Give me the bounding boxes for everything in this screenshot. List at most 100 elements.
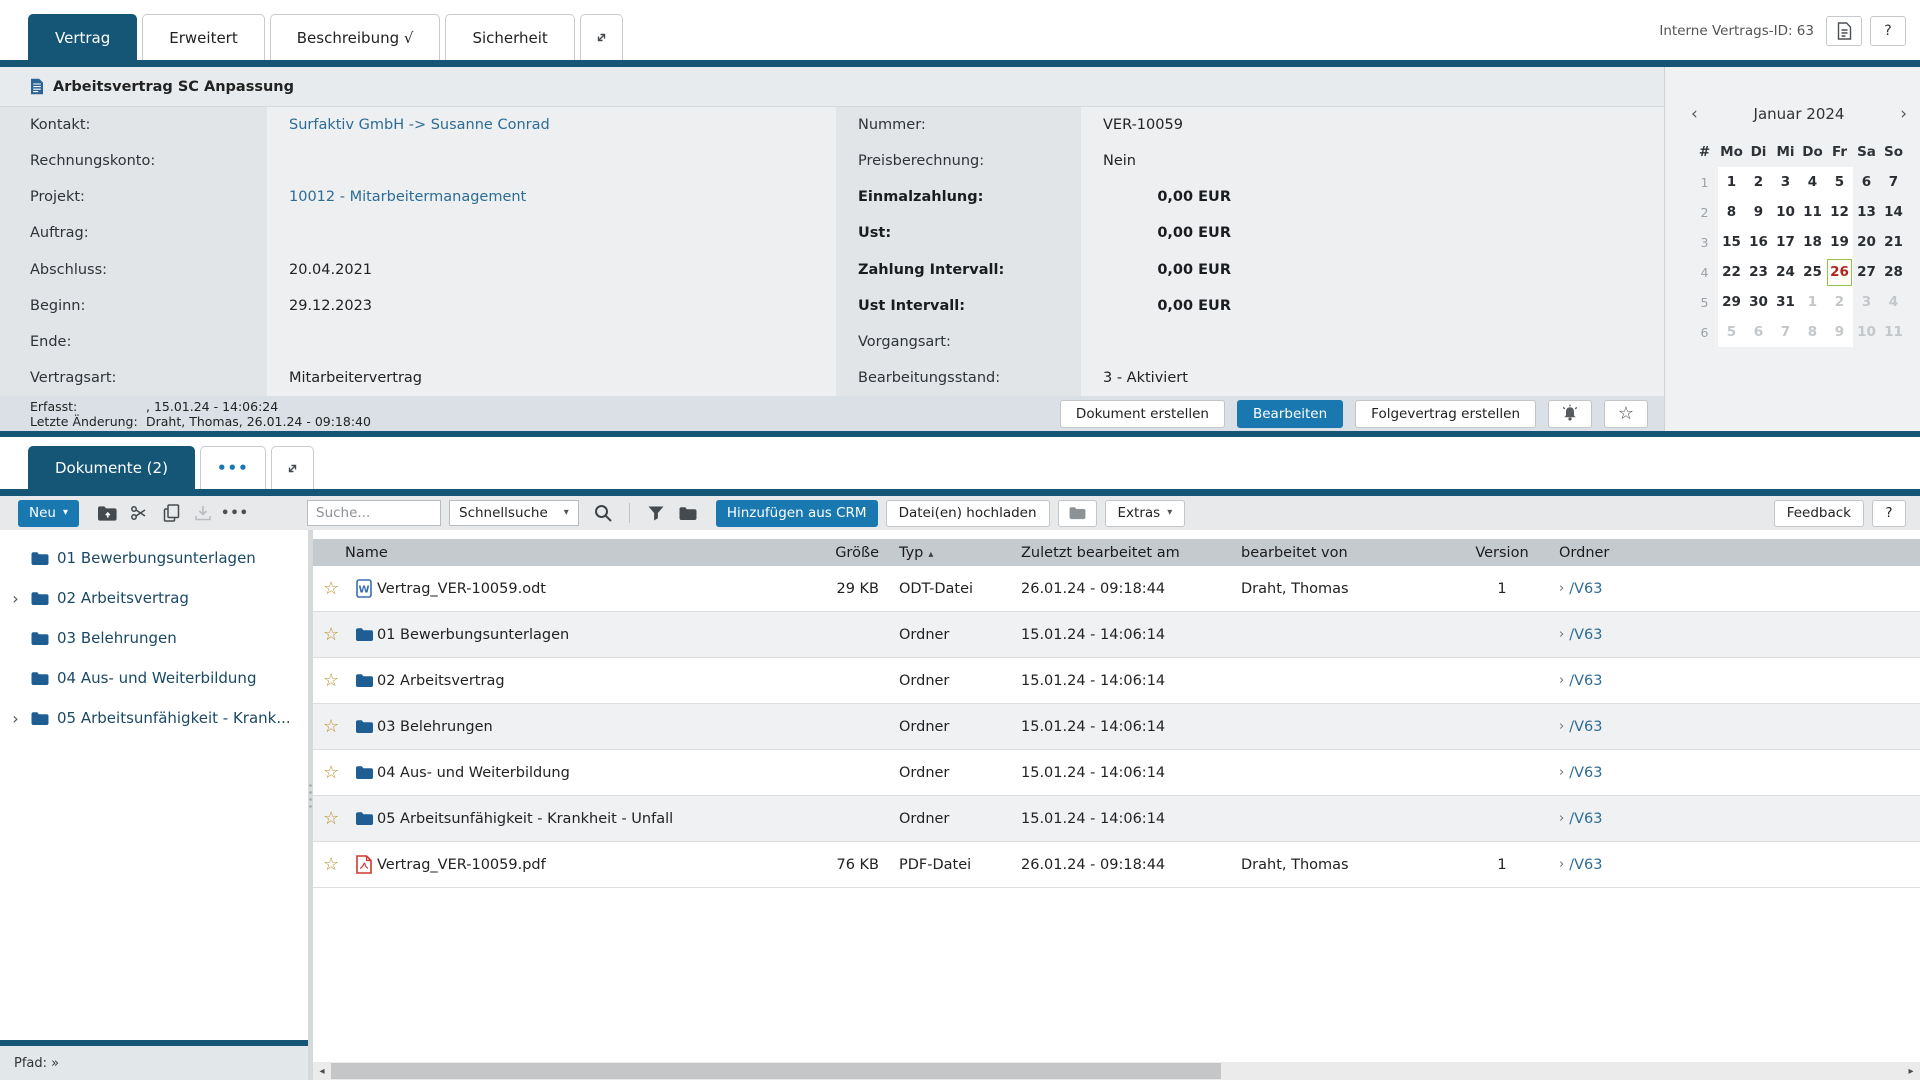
upload-files-button[interactable]: Datei(en) hochladen [886,500,1050,527]
calendar-day[interactable]: 9 [1826,317,1853,347]
chevron-right-icon[interactable]: › [8,589,23,608]
favorite-star-icon[interactable]: ☆ [313,718,351,736]
column-header-zuletzt-bearbeitet-am[interactable]: Zuletzt bearbeitet am [1021,545,1241,561]
calendar-day[interactable]: 3 [1853,287,1880,317]
calendar-day[interactable]: 21 [1880,227,1907,257]
calendar-day[interactable]: 5 [1718,317,1745,347]
documents-expand-tab[interactable] [271,446,314,489]
calendar-day[interactable]: 4 [1880,287,1907,317]
feedback-button[interactable]: Feedback [1774,500,1864,527]
tree-item-01-bewerbungsunterlagen[interactable]: 01 Bewerbungsunterlagen [0,538,308,578]
more-tabs-tab[interactable]: ••• [200,446,266,489]
table-row[interactable]: ☆02 ArbeitsvertragOrdner15.01.24 - 14:06… [313,658,1920,704]
cut-button[interactable] [123,500,155,527]
column-header-größe[interactable]: Größe [779,545,881,561]
calendar-day[interactable]: 29 [1718,287,1745,317]
folder-view-button[interactable] [672,500,704,527]
calendar-day[interactable]: 18 [1799,227,1826,257]
calendar-day[interactable]: 17 [1772,227,1799,257]
calendar-day[interactable]: 22 [1718,257,1745,287]
favorite-star-icon[interactable]: ☆ [313,856,351,874]
folder-link[interactable]: /V63 [1569,627,1602,643]
tree-item-04-aus-und-weiterbildung[interactable]: 04 Aus- und Weiterbildung [0,658,308,698]
favorite-star-icon[interactable]: ☆ [313,810,351,828]
calendar-day[interactable]: 11 [1799,197,1826,227]
table-row[interactable]: ☆03 BelehrungenOrdner15.01.24 - 14:06:14… [313,704,1920,750]
dokument-erstellen-button[interactable]: Dokument erstellen [1060,400,1225,428]
calendar-day[interactable]: 10 [1772,197,1799,227]
table-row[interactable]: ☆05 Arbeitsunfähigkeit - Krankheit - Unf… [313,796,1920,842]
tab-beschreibung[interactable]: Beschreibung √ [270,14,441,60]
tab-erweitert[interactable]: Erweitert [142,14,264,60]
favorite-star-icon[interactable]: ☆ [313,764,351,782]
search-input[interactable] [307,500,441,526]
column-header-typ[interactable]: Typ▴ [881,545,1021,561]
calendar-day[interactable]: 28 [1880,257,1907,287]
column-header-ordner[interactable]: Ordner [1533,545,1920,561]
calendar-day[interactable]: 12 [1826,197,1853,227]
calendar-day[interactable]: 5 [1826,167,1853,197]
favorite-star-icon[interactable]: ☆ [313,626,351,644]
tree-item-02-arbeitsvertrag[interactable]: ›02 Arbeitsvertrag [0,578,308,618]
column-header-version[interactable]: Version [1471,545,1533,561]
calendar-day[interactable]: 16 [1745,227,1772,257]
bearbeiten-button[interactable]: Bearbeiten [1237,400,1343,428]
calendar-day[interactable]: 6 [1853,167,1880,197]
calendar-day[interactable]: 20 [1853,227,1880,257]
folder-link[interactable]: /V63 [1569,673,1602,689]
download-button[interactable] [187,500,219,527]
calendar-day[interactable]: 27 [1853,257,1880,287]
calendar-day[interactable]: 4 [1799,167,1826,197]
scroll-left-icon[interactable]: ◂ [313,1062,331,1080]
calendar-day[interactable]: 6 [1745,317,1772,347]
help-button[interactable]: ? [1870,16,1906,46]
tree-item-03-belehrungen[interactable]: 03 Belehrungen [0,618,308,658]
column-header-name[interactable]: Name [313,545,779,561]
extras-button[interactable]: Extras ▾ [1105,500,1186,527]
neu-button[interactable]: Neu ▾ [18,500,79,527]
calendar-day[interactable]: 8 [1718,197,1745,227]
tab-sicherheit[interactable]: Sicherheit [445,14,574,60]
calendar-day[interactable]: 31 [1772,287,1799,317]
new-folder-button[interactable] [91,500,123,527]
calendar-next-icon[interactable]: › [1881,104,1907,124]
table-row[interactable]: ☆Vertrag_VER-10059.pdf76 KBPDF-Datei26.0… [313,842,1920,888]
browse-folder-button[interactable] [1058,500,1097,527]
add-from-crm-button[interactable]: Hinzufügen aus CRM [716,500,878,527]
folder-link[interactable]: /V63 [1569,811,1602,827]
quick-search-select[interactable]: Schnellsuche ▾ [449,500,579,526]
folder-link[interactable]: /V63 [1569,857,1602,873]
calendar-day[interactable]: 9 [1745,197,1772,227]
more-actions-button[interactable]: ••• [219,500,251,527]
calendar-day[interactable]: 8 [1799,317,1826,347]
folder-link[interactable]: /V63 [1569,765,1602,781]
calendar-day[interactable]: 1 [1799,287,1826,317]
copy-button[interactable] [155,500,187,527]
tree-item-05-arbeitsunfähigkeit-krank[interactable]: ›05 Arbeitsunfähigkeit - Krank... [0,698,308,738]
calendar-day[interactable]: 19 [1826,227,1853,257]
search-button[interactable] [587,500,619,527]
column-header-bearbeitet-von[interactable]: bearbeitet von [1241,545,1471,561]
scroll-right-icon[interactable]: ▸ [1902,1062,1920,1080]
folgevertrag-erstellen-button[interactable]: Folgevertrag erstellen [1355,400,1536,428]
scrollbar-track[interactable] [331,1062,1902,1080]
calendar-day[interactable]: 13 [1853,197,1880,227]
calendar-day[interactable]: 23 [1745,257,1772,287]
documents-help-button[interactable]: ? [1872,500,1906,527]
alarm-button[interactable] [1548,400,1592,428]
field-value-kontakt[interactable]: Surfaktiv GmbH -> Susanne Conrad [267,107,836,143]
calendar-day[interactable]: 3 [1772,167,1799,197]
table-row[interactable]: ☆04 Aus- und WeiterbildungOrdner15.01.24… [313,750,1920,796]
calendar-day[interactable]: 25 [1799,257,1826,287]
calendar-prev-icon[interactable]: ‹ [1691,104,1717,124]
expand-tab[interactable] [580,14,623,60]
field-value-projekt[interactable]: 10012 - Mitarbeitermanagement [267,179,836,215]
filter-button[interactable] [640,500,672,527]
chevron-right-icon[interactable]: › [8,709,23,728]
calendar-day[interactable]: 1 [1718,167,1745,197]
scrollbar-thumb[interactable] [331,1063,1221,1079]
calendar-day[interactable]: 7 [1772,317,1799,347]
calendar-day[interactable]: 14 [1880,197,1907,227]
favorite-button[interactable]: ☆ [1604,400,1648,428]
calendar-day[interactable]: 30 [1745,287,1772,317]
